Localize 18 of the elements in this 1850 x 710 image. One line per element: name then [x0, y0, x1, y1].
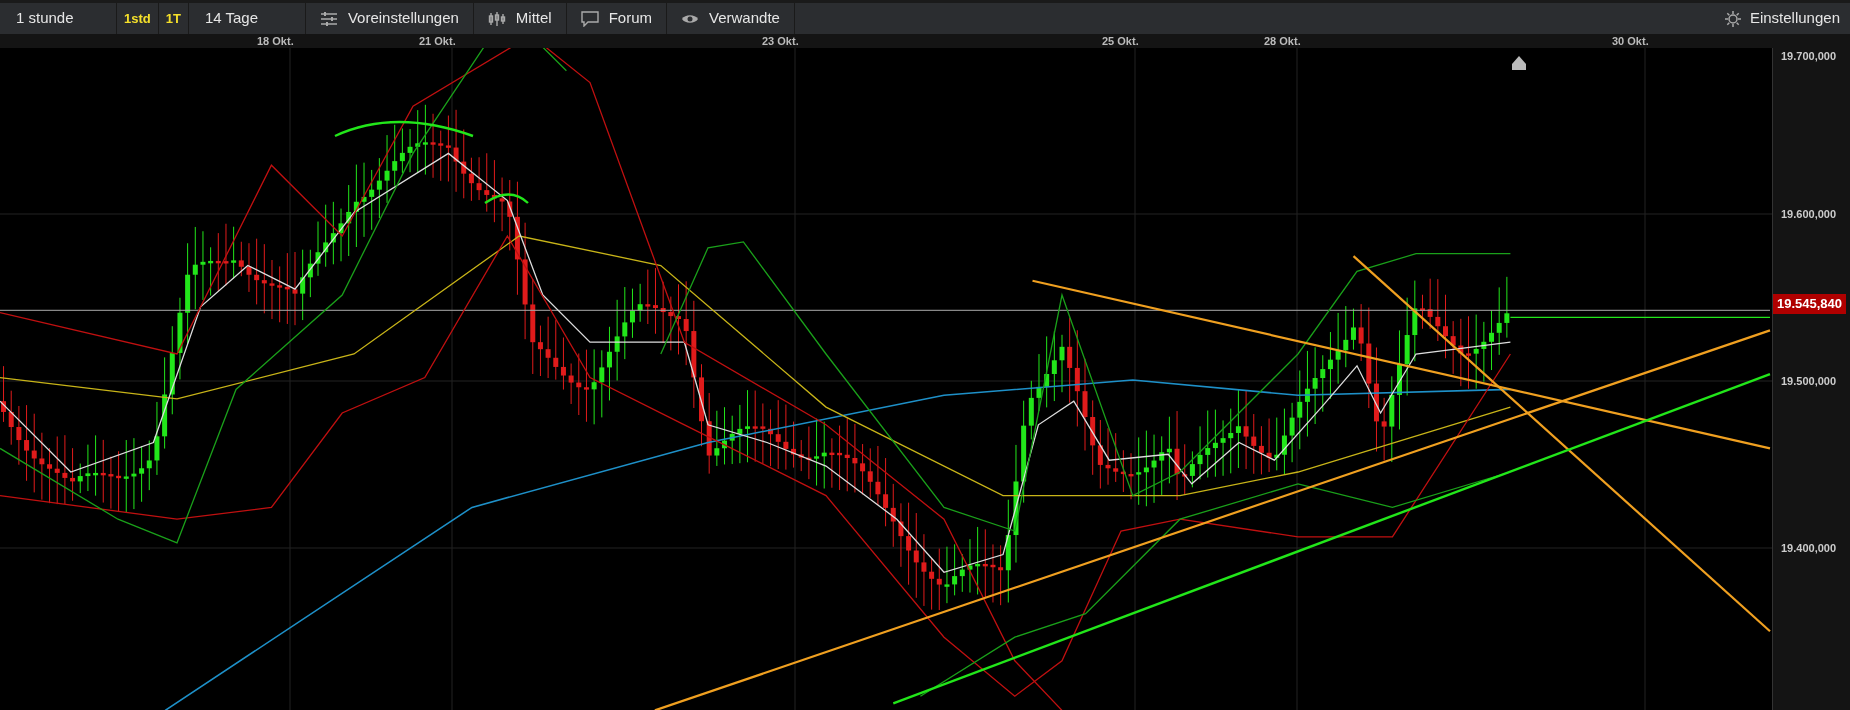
price-tick-label: 19.700,000: [1781, 49, 1837, 63]
date-label: 21 Okt.: [419, 34, 456, 48]
price-tick-label: 19.400,000: [1781, 541, 1837, 555]
last-price-label: 19.545,840: [1773, 294, 1847, 315]
speech-bubble-icon: [580, 10, 599, 27]
date-label: 18 Okt.: [257, 34, 294, 48]
price-tick-label: 19.600,000: [1781, 207, 1837, 221]
candlestick-icon: [487, 10, 506, 27]
date-label: 25 Okt.: [1102, 34, 1139, 48]
date-label: 30 Okt.: [1612, 34, 1649, 48]
eye-icon: [681, 12, 699, 25]
date-label: 23 Okt.: [762, 34, 799, 48]
settings-icon: [1723, 9, 1742, 28]
price-tick-label: 19.500,000: [1781, 374, 1837, 388]
arc-drawing: [484, 193, 529, 204]
marker-icon: [1512, 56, 1526, 70]
date-label: 28 Okt.: [1264, 34, 1301, 48]
sliders-icon: [319, 10, 338, 27]
